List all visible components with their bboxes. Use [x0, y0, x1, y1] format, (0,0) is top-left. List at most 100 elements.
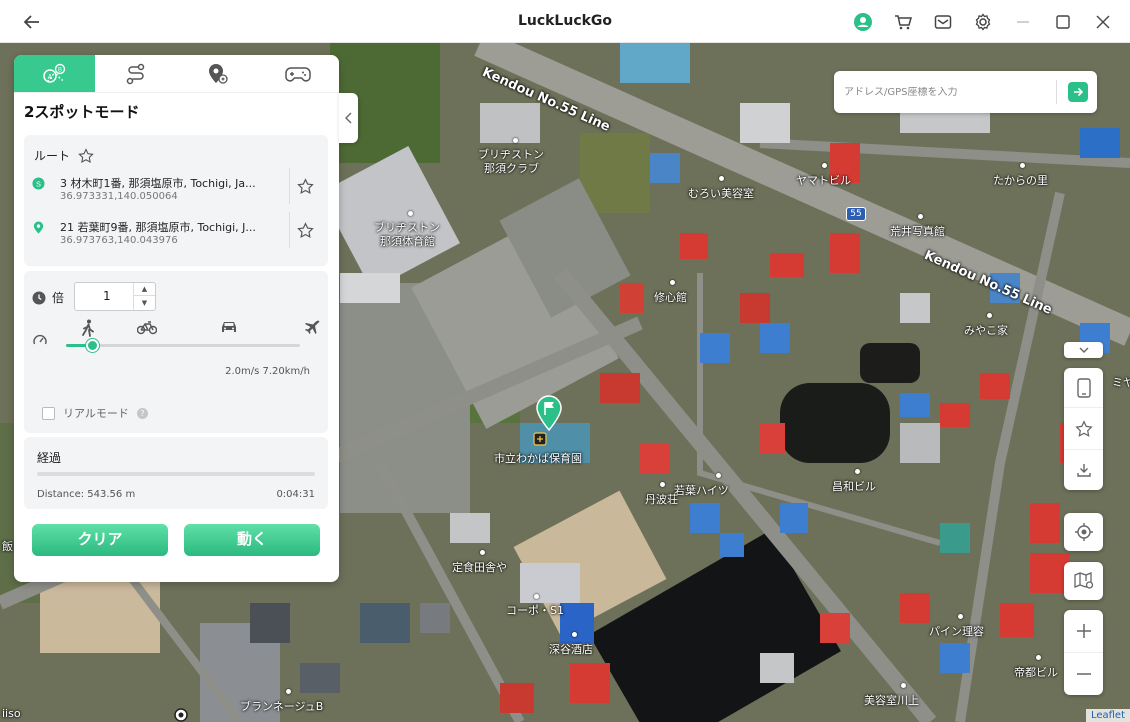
- tab-two-spot[interactable]: A B: [14, 55, 96, 92]
- poi-marker[interactable]: [855, 469, 860, 474]
- poi-marker[interactable]: [719, 176, 724, 181]
- map-label: 若葉ハイツ: [674, 484, 729, 497]
- two-spot-icon: A B: [42, 63, 65, 83]
- location-dot-icon[interactable]: [174, 708, 188, 722]
- map-attribution[interactable]: Leaflet: [1085, 709, 1130, 722]
- settings-button[interactable]: [970, 9, 996, 35]
- progress-card: 経過 Distance: 543.56 m 0:04:31: [24, 437, 328, 509]
- speed-slider[interactable]: [66, 339, 300, 352]
- search-box: [834, 71, 1097, 113]
- poi-marker[interactable]: [408, 211, 413, 216]
- tab-joystick[interactable]: [258, 55, 339, 92]
- collapse-panel-button[interactable]: [339, 93, 358, 143]
- clear-button[interactable]: クリア: [32, 524, 168, 556]
- poi-marker[interactable]: [660, 482, 665, 487]
- toolbar-toggle-button[interactable]: [1064, 342, 1103, 358]
- help-icon[interactable]: ?: [136, 407, 148, 419]
- chevron-down-icon: ▼: [141, 298, 148, 307]
- end-coordinates: 36.973763,140.043976: [60, 235, 178, 246]
- address-search-input[interactable]: [844, 86, 1052, 98]
- flag-marker-icon[interactable]: [535, 395, 563, 431]
- poi-marker[interactable]: [958, 614, 963, 619]
- move-button[interactable]: 動く: [184, 524, 320, 556]
- mode-tabs: A B: [14, 55, 339, 93]
- cart-button[interactable]: [890, 9, 916, 35]
- multiplier-value[interactable]: 1: [103, 289, 111, 303]
- map-layers-button[interactable]: [1064, 562, 1103, 600]
- poi-marker[interactable]: [1020, 163, 1025, 168]
- map-label: 帝都ビル: [1014, 666, 1058, 679]
- stepper-down-button[interactable]: ▼: [134, 296, 155, 309]
- current-location-icon: [533, 432, 547, 446]
- tab-multi-spot[interactable]: [95, 55, 176, 92]
- map-label: 荒井写真館: [890, 225, 945, 238]
- search-submit-button[interactable]: [1068, 82, 1088, 102]
- distance-text: Distance: 543.56 m: [37, 489, 136, 500]
- stepper-up-button[interactable]: ▲: [134, 283, 155, 296]
- map-label: 飯: [2, 540, 13, 553]
- real-mode-row: リアルモード ?: [42, 405, 148, 421]
- poi-marker[interactable]: [670, 280, 675, 285]
- tab-teleport[interactable]: [177, 55, 258, 92]
- map-label: パイン理容: [929, 625, 984, 638]
- car-icon[interactable]: [220, 319, 238, 335]
- slider-thumb[interactable]: [86, 339, 99, 352]
- poi-marker[interactable]: [987, 313, 992, 318]
- map-label: ブランネージュB: [240, 700, 324, 713]
- speed-modes: [32, 319, 322, 339]
- poi-marker[interactable]: [918, 214, 923, 219]
- real-mode-checkbox[interactable]: [42, 406, 55, 420]
- star-icon: [1074, 419, 1093, 437]
- maximize-button[interactable]: [1050, 9, 1076, 35]
- title-bar: LuckLuckGo: [0, 0, 1130, 43]
- import-button[interactable]: [1064, 450, 1103, 490]
- mode-title: 2スポットモード: [24, 103, 140, 121]
- map-label: ヤマトビル: [796, 174, 851, 187]
- start-address: 3 材木町1番, 那須塩原市, Tochigi, Ja...: [60, 177, 256, 190]
- poi-marker[interactable]: [286, 689, 291, 694]
- device-button[interactable]: [1064, 368, 1103, 408]
- locate-button[interactable]: [1064, 513, 1103, 551]
- speed-card: 倍 1 ▲ ▼ 2.0m/s 7.20km/h リアルモード ?: [24, 271, 328, 433]
- minimize-button[interactable]: [1010, 9, 1036, 35]
- map-label: 昌和ビル: [832, 480, 876, 493]
- poi-marker[interactable]: [716, 473, 721, 478]
- map-label: コーポ・S1: [506, 604, 564, 617]
- route-panel: A B 2スポットモード ルート S 3 材木町1番, 那須塩原市, Tochi…: [14, 55, 339, 582]
- elapsed-time: 0:04:31: [276, 489, 315, 500]
- map-label: 定食田舎や: [452, 561, 507, 574]
- route-label: ルート: [34, 149, 71, 163]
- favorites-button[interactable]: [1064, 408, 1103, 450]
- star-icon[interactable]: [297, 222, 314, 239]
- map-label: ミヤ: [1112, 376, 1130, 389]
- map-tools-group: [1064, 368, 1103, 490]
- locate-icon: [1074, 523, 1093, 541]
- zoom-in-button[interactable]: [1064, 610, 1103, 653]
- map-label: むろい美容室: [688, 187, 754, 200]
- poi-marker[interactable]: [534, 594, 539, 599]
- poi-marker[interactable]: [513, 138, 518, 143]
- multiplier-stepper[interactable]: 1 ▲ ▼: [74, 282, 156, 311]
- poi-marker[interactable]: [822, 163, 827, 168]
- zoom-out-button[interactable]: [1064, 653, 1103, 695]
- back-button[interactable]: [20, 10, 44, 34]
- close-button[interactable]: [1090, 9, 1116, 35]
- airplane-icon[interactable]: [304, 319, 320, 335]
- back-arrow-icon: [23, 15, 39, 29]
- user-button[interactable]: [850, 9, 876, 35]
- mail-button[interactable]: [930, 9, 956, 35]
- start-pin-icon: S: [32, 177, 45, 190]
- star-icon[interactable]: [297, 178, 314, 195]
- bicycle-icon[interactable]: [137, 319, 157, 335]
- star-icon[interactable]: [78, 147, 94, 164]
- map-label: たからの里: [993, 174, 1048, 187]
- poi-marker[interactable]: [1036, 655, 1041, 660]
- arrow-right-icon: [1074, 87, 1084, 97]
- poi-marker[interactable]: [480, 550, 485, 555]
- walk-icon[interactable]: [80, 319, 96, 337]
- poi-marker[interactable]: [901, 683, 906, 688]
- mail-icon: [934, 15, 952, 29]
- poi-marker[interactable]: [572, 632, 577, 637]
- map-label: 深谷酒店: [549, 643, 593, 656]
- svg-text:B: B: [58, 67, 62, 73]
